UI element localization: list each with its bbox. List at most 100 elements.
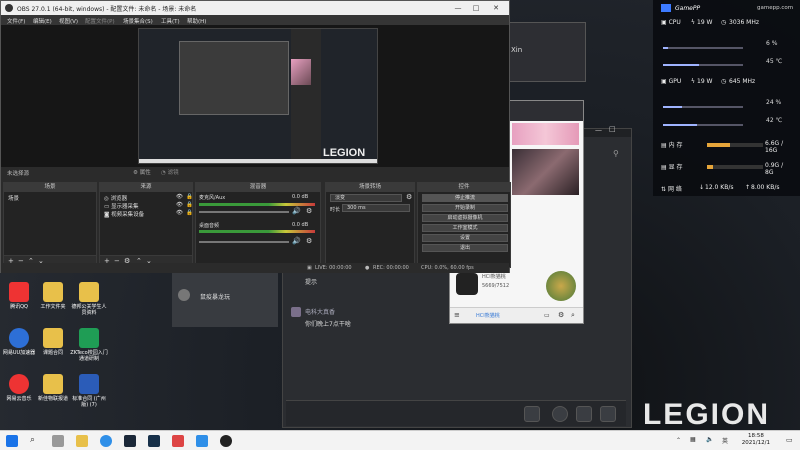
scene-item[interactable]: 场景: [8, 194, 19, 202]
chat-list-panel: 鼠疫暴龙玩: [172, 265, 278, 327]
gift-icon[interactable]: [546, 271, 576, 301]
taskbar-clock[interactable]: 18:58 2021/12/1: [742, 433, 770, 447]
source-item[interactable]: ▭ 显示器采集 👁 🔒: [104, 202, 193, 210]
task-view-icon[interactable]: [52, 435, 64, 447]
notification-icon[interactable]: ▭: [786, 436, 793, 444]
minimize-icon[interactable]: —: [595, 126, 602, 134]
eye-icon[interactable]: 👁: [176, 210, 183, 216]
gear-icon[interactable]: ⚙: [406, 193, 412, 201]
chat-sender[interactable]: 电科大真香: [305, 307, 335, 316]
menu-scene-collection[interactable]: 场景集合(S): [123, 17, 153, 25]
tray-chevron-icon[interactable]: ⌃: [676, 437, 681, 444]
close-icon[interactable]: ✕: [489, 2, 503, 14]
source-label: 视频采集设备: [111, 212, 145, 218]
obs-titlebar: OBS 27.0.1 (64-bit, windows) - 配置文件: 未命名…: [1, 1, 509, 15]
menu-file[interactable]: 文件(F): [7, 17, 25, 25]
settings-button[interactable]: 设置: [422, 234, 508, 242]
cpu-temp-bar: [663, 64, 743, 66]
gpu-label: GPU: [668, 78, 682, 85]
emoji-icon[interactable]: [552, 406, 568, 422]
start-recording-button[interactable]: 开始录制: [422, 204, 508, 212]
pin-icon[interactable]: ⚲: [613, 149, 619, 158]
desktop-icon-standard-contract[interactable]: 标准合同 (广州版) (7): [70, 374, 108, 408]
menu-icon[interactable]: ≡: [454, 311, 460, 319]
source-item[interactable]: ◙ 视频采集设备 👁 🔒: [104, 210, 193, 218]
obs-icon[interactable]: [220, 435, 232, 447]
exit-button[interactable]: 退出: [422, 244, 508, 252]
live-thumbnail[interactable]: [512, 149, 579, 195]
steam-icon[interactable]: [148, 435, 160, 447]
obs-logo-icon: [5, 4, 13, 12]
desktop-icon-uu[interactable]: 网易UU加速器: [0, 328, 38, 356]
gear-icon[interactable]: ⚙: [306, 237, 312, 245]
properties-button[interactable]: ⚙ 属性: [133, 168, 151, 176]
ime-icon[interactable]: 英: [722, 436, 728, 445]
lock-icon[interactable]: 🔒: [186, 210, 193, 216]
desktop-icon-netease-music[interactable]: 网易云音乐: [0, 374, 38, 402]
app-icon[interactable]: [172, 435, 184, 447]
volume-slider[interactable]: [199, 241, 289, 243]
desktop-icon-work-folder[interactable]: 工作文件夹: [34, 282, 72, 310]
volume-icon[interactable]: 🔈: [706, 436, 713, 443]
menu-profile[interactable]: 配置文件(P): [85, 17, 115, 25]
volume-slider[interactable]: [199, 211, 289, 213]
start-virtual-camera-button[interactable]: 启动虚拟摄像机: [422, 214, 508, 222]
gear-icon: ⚙: [133, 170, 140, 176]
maximize-icon[interactable]: □: [609, 125, 616, 133]
duration-input[interactable]: 300 ms: [342, 204, 410, 212]
mem-label: 内 存: [668, 142, 683, 149]
settings-icon[interactable]: ⚙: [558, 311, 564, 319]
desktop-icon-qq[interactable]: 腾讯QQ: [0, 282, 38, 310]
live-banner[interactable]: [512, 123, 579, 145]
start-icon[interactable]: [6, 435, 18, 447]
chat-input-bar[interactable]: [286, 400, 626, 426]
lock-icon[interactable]: 🔒: [186, 202, 193, 208]
desktop-icon-iot[interactable]: 新佳物联报道: [34, 374, 72, 402]
gear-icon[interactable]: ⚙: [306, 207, 312, 215]
gpu-power: 19 W: [697, 78, 713, 85]
studio-mode-button[interactable]: 工作室模式: [422, 224, 508, 232]
maximize-icon[interactable]: □: [469, 2, 483, 14]
search-icon[interactable]: ⌕: [571, 311, 575, 320]
menu-edit[interactable]: 编辑(E): [33, 17, 52, 25]
edge-icon[interactable]: [100, 435, 112, 447]
mic-icon[interactable]: [600, 406, 616, 422]
menu-help[interactable]: 帮助(H): [187, 17, 206, 25]
speaker-icon[interactable]: 🔊: [292, 207, 301, 215]
eye-icon[interactable]: 👁: [176, 194, 183, 200]
live-indicator-icon: ▣: [307, 265, 312, 271]
lock-icon[interactable]: 🔒: [186, 194, 193, 200]
obs-preview[interactable]: LEGION: [1, 25, 509, 167]
minimize-icon[interactable]: —: [451, 2, 465, 14]
file-explorer-icon[interactable]: [76, 435, 88, 447]
network-icon[interactable]: ▦: [690, 436, 696, 443]
transition-select[interactable]: 淡变: [330, 194, 402, 202]
enter-icon[interactable]: [524, 406, 540, 422]
sender-avatar[interactable]: [291, 307, 301, 317]
chat-app-icon[interactable]: [196, 435, 208, 447]
contact-name[interactable]: 鼠疫暴龙玩: [200, 292, 230, 301]
contact-avatar[interactable]: [178, 289, 190, 301]
eye-icon[interactable]: 👁: [176, 202, 183, 208]
menu-view[interactable]: 视图(V): [59, 17, 78, 25]
desktop-icon-student-folder[interactable]: 德邦公关学生人员资料: [70, 282, 108, 316]
live-hashtag[interactable]: HCI熊猫桃: [482, 273, 506, 280]
stop-streaming-button[interactable]: 停止推流: [422, 194, 508, 202]
cpu-temp: 45 ℃: [766, 58, 783, 65]
desktop-icon-contract[interactable]: 课题合同: [34, 328, 72, 356]
steam-icon[interactable]: [124, 435, 136, 447]
search-icon[interactable]: ⌕: [30, 435, 42, 447]
source-item[interactable]: ◎ 浏览器 👁 🔒: [104, 194, 193, 202]
streamer-avatar[interactable]: [456, 273, 478, 295]
speaker-icon[interactable]: 🔊: [292, 237, 301, 245]
image-icon[interactable]: [576, 406, 592, 422]
desktop-icon-zkteco[interactable]: ZKTeco校园入门通道研制: [70, 328, 108, 362]
menu-tools[interactable]: 工具(T): [161, 17, 180, 25]
gpu-temp-bar: [663, 124, 743, 126]
filters-button[interactable]: ◔ 滤镜: [161, 168, 179, 176]
mixer-track-name: 桌面音频: [199, 223, 220, 229]
controls-dock-title: 控件: [418, 183, 510, 192]
transitions-dock-title: 场景转场: [326, 183, 414, 192]
video-icon[interactable]: ▭: [544, 312, 550, 319]
cpu-usage: 6 %: [766, 40, 778, 47]
